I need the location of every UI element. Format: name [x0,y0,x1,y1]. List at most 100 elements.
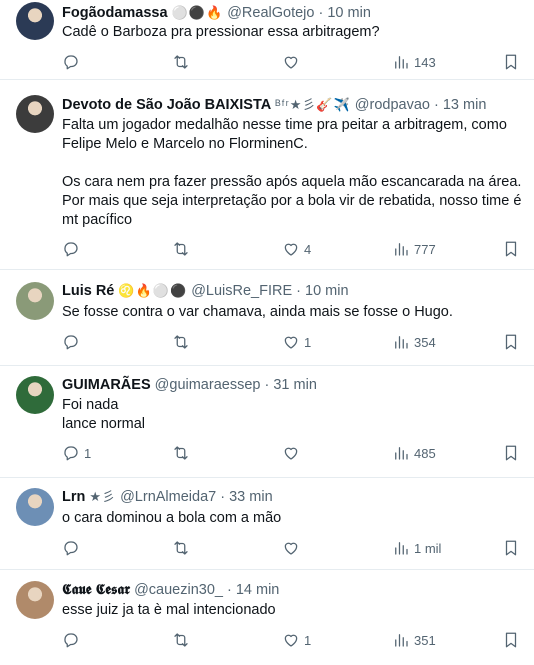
reply-icon [64,55,78,70]
retweet-icon [174,242,188,256]
views-button[interactable]: 777 [392,238,436,260]
tweet[interactable]: GUIMARÃES @guimaraessep · 31 min Foi nad… [0,366,534,478]
bookmark-button[interactable] [502,238,520,260]
author-name[interactable]: Fogãodamassa [62,5,168,21]
avatar[interactable] [16,488,54,526]
author-handle[interactable]: @rodpavao [355,97,430,113]
retweet-button[interactable] [172,537,194,559]
author-name[interactable]: Luis Ré [62,283,114,299]
author-handle[interactable]: @LrnAlmeida7 [120,489,216,505]
retweet-button[interactable] [172,331,194,353]
name-badges: ⚪⚫🔥 [171,5,224,20]
views-button[interactable]: 354 [392,331,436,353]
retweet-button[interactable] [172,51,194,73]
view-count: 1 mil [414,540,442,556]
views-icon [395,336,408,349]
tweet-time[interactable]: · 10 min [319,5,371,21]
like-button[interactable] [282,51,304,73]
author-handle[interactable]: @cauezin30_ [134,582,223,598]
views-icon [395,634,408,647]
tweet[interactable]: 𝕮𝖆𝖚𝖊 𝕮𝖊𝖘𝖆𝖗 @cauezin30_ · 14 min esse jui… [0,570,534,665]
action-bar: 1 mil [62,537,522,559]
retweet-icon [174,335,188,349]
like-count: 4 [304,241,312,257]
tweet-time[interactable]: · 13 min [434,97,486,113]
heart-icon [284,447,298,460]
tweet-text: Cadê o Barboza pra pressionar essa arbit… [62,24,380,40]
bookmark-icon [505,54,517,70]
bookmark-button[interactable] [502,629,520,651]
author-name[interactable]: GUIMARÃES [62,377,151,393]
tweet[interactable]: Fogãodamassa ⚪⚫🔥 @RealGotejo · 10 min Ca… [0,0,534,80]
author-handle[interactable]: @LuisRe_FIRE [191,283,292,299]
like-button[interactable] [282,537,304,559]
tweet-text: Foi nada lance normal [62,397,146,432]
tweet[interactable]: Lrn ★彡 @LrnAlmeida7 · 33 min o cara domi… [0,478,534,570]
reply-button[interactable]: 1 [62,442,91,464]
views-button[interactable]: 143 [392,51,436,73]
like-button[interactable]: 4 [282,238,311,260]
name-badges: ♌🔥⚪⚫ [118,283,188,298]
bookmark-icon [505,540,517,556]
tweet-text: esse juiz ja ta è mal intencionado [62,602,276,618]
avatar[interactable] [16,376,54,414]
retweet-button[interactable] [172,442,194,464]
avatar[interactable] [16,2,54,40]
views-button[interactable]: 351 [392,629,436,651]
view-count: 143 [414,54,436,70]
tweet-time[interactable]: · 10 min [296,283,348,299]
view-count: 351 [414,632,436,648]
retweet-icon [174,633,188,647]
views-icon [395,243,408,256]
reply-button[interactable] [62,51,84,73]
name-badges: ᴮᶠʳ★彡🎸✈️ [275,97,351,112]
avatar[interactable] [16,282,54,320]
avatar[interactable] [16,95,54,133]
tweet-time[interactable]: · 14 min [227,582,279,598]
like-button[interactable]: 1 [282,331,311,353]
avatar[interactable] [16,581,54,619]
reply-button[interactable] [62,537,84,559]
reply-button[interactable] [62,331,84,353]
bookmark-icon [505,632,517,648]
reply-icon [64,541,78,556]
retweet-icon [174,541,188,555]
view-count: 777 [414,241,436,257]
retweet-icon [174,446,188,460]
reply-button[interactable] [62,238,84,260]
action-bar: 143 [62,51,522,73]
author-handle[interactable]: @RealGotejo [227,5,314,21]
views-icon [395,542,408,555]
tweet-time[interactable]: · 33 min [220,489,272,505]
author-name[interactable]: 𝕮𝖆𝖚𝖊 𝕮𝖊𝖘𝖆𝖗 [62,582,130,598]
author-name[interactable]: Devoto de São João BAIXISTA [62,97,271,113]
heart-icon [284,243,298,256]
heart-icon [284,542,298,555]
views-button[interactable]: 485 [392,442,436,464]
tweet-text: Se fosse contra o var chamava, ainda mai… [62,304,453,320]
tweet[interactable]: Devoto de São João BAIXISTA ᴮᶠʳ★彡🎸✈️ @ro… [0,80,534,270]
bookmark-button[interactable] [502,442,520,464]
reply-icon [64,335,78,350]
bookmark-button[interactable] [502,331,520,353]
heart-icon [284,336,298,349]
bookmark-button[interactable] [502,51,520,73]
bookmark-icon [505,241,517,257]
action-bar: 4 777 [62,238,522,260]
views-button[interactable]: 1 mil [392,537,441,559]
name-badges: ★彡 [89,489,117,504]
like-button[interactable] [282,442,304,464]
tweet-time[interactable]: · 31 min [265,377,317,393]
author-handle[interactable]: @guimaraessep [155,377,261,393]
like-button[interactable]: 1 [282,629,311,651]
bookmark-button[interactable] [502,537,520,559]
retweet-button[interactable] [172,629,194,651]
retweet-icon [174,55,188,69]
retweet-button[interactable] [172,238,194,260]
reply-button[interactable] [62,629,84,651]
tweet[interactable]: Luis Ré ♌🔥⚪⚫ @LuisRe_FIRE · 10 min Se fo… [0,270,534,366]
like-count: 1 [304,334,312,350]
author-name[interactable]: Lrn [62,489,85,505]
view-count: 354 [414,334,436,350]
action-bar: 1 351 [62,629,522,651]
